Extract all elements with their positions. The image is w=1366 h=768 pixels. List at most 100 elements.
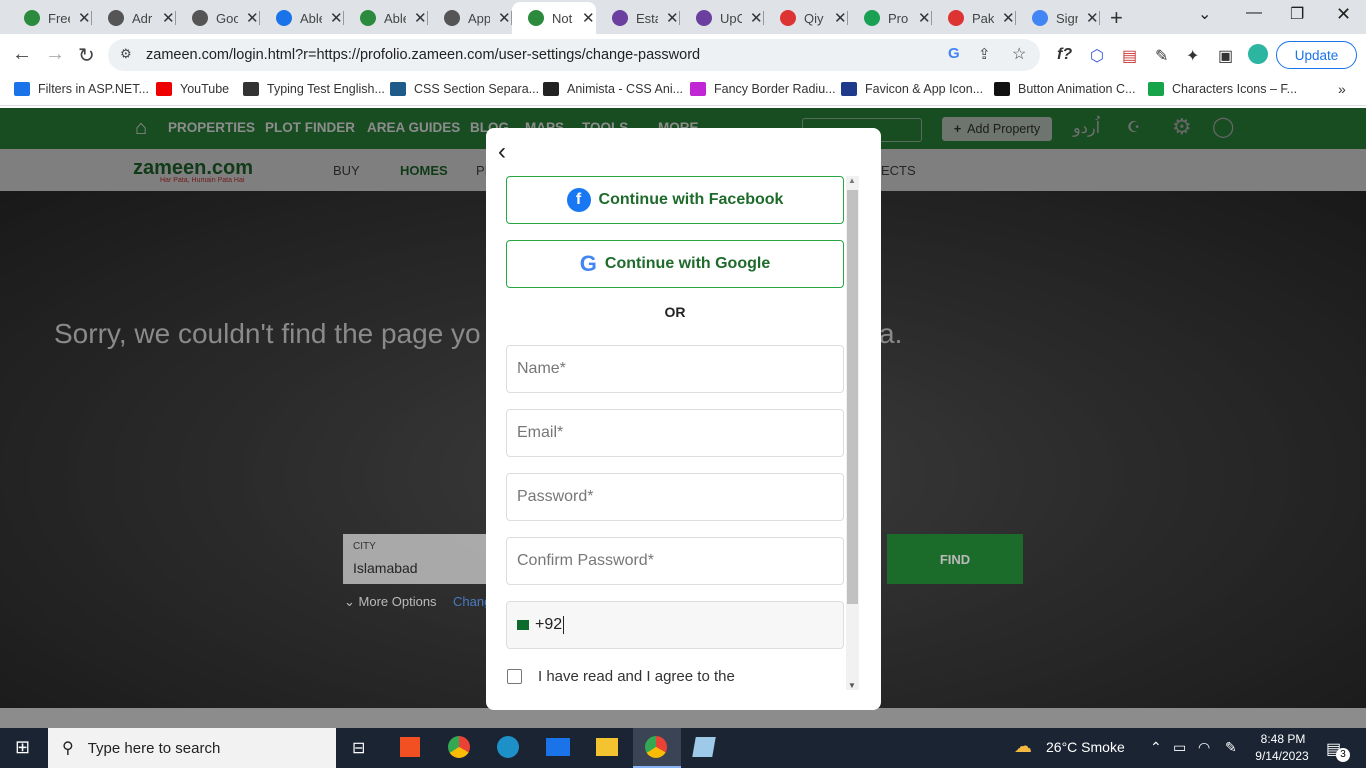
bookmark-star-icon[interactable]: ☆ <box>1012 44 1026 64</box>
tab-close-icon[interactable]: ✕ <box>918 9 931 27</box>
clock-date[interactable]: 9/14/2023 <box>1252 749 1312 763</box>
taskbar-search[interactable]: ⚲ Type here to search <box>48 728 336 768</box>
extensions-puzzle-icon[interactable]: ✦ <box>1186 46 1199 66</box>
profile-avatar[interactable] <box>1248 44 1268 64</box>
tab-close-icon[interactable]: ✕ <box>666 9 679 27</box>
more-options-link[interactable]: ⌄ More Options <box>344 594 437 610</box>
scrollbar-thumb[interactable] <box>847 190 858 604</box>
city-select[interactable]: CITY Islamabad <box>343 534 493 584</box>
clock-time[interactable]: 8:48 PM <box>1258 732 1308 746</box>
phone-field[interactable]: +92 <box>506 601 844 649</box>
address-bar: ← → ↻ ⚙ zameen.com/login.html?r=https://… <box>0 34 1366 76</box>
browser-tab[interactable]: Goo ✕ <box>176 4 260 32</box>
tab-close-icon[interactable]: ✕ <box>582 9 595 27</box>
browser-tab[interactable]: Adr ✕ <box>92 4 176 32</box>
wifi-icon[interactable]: ◠ <box>1198 739 1210 756</box>
omnibox[interactable]: ⚙ zameen.com/login.html?r=https://profol… <box>108 39 1040 71</box>
bookmarks-overflow-icon[interactable]: » <box>1338 81 1346 97</box>
google-lens-icon[interactable]: G <box>948 45 960 62</box>
tab-close-icon[interactable]: ✕ <box>246 9 259 27</box>
bookmark-item[interactable]: Animista - CSS Ani... <box>543 82 683 96</box>
confirm-password-field[interactable]: Confirm Password* <box>506 537 844 585</box>
maximize-button[interactable]: ❐ <box>1290 4 1304 24</box>
new-tab-button[interactable]: + <box>1110 5 1123 31</box>
browser-tab[interactable]: Able ✕ <box>344 4 428 32</box>
tab-close-icon[interactable]: ✕ <box>1086 9 1099 27</box>
browser-tab[interactable]: Pro ✕ <box>848 4 932 32</box>
tab-close-icon[interactable]: ✕ <box>414 9 427 27</box>
tab-close-icon[interactable]: ✕ <box>834 9 847 27</box>
bookmark-label: Characters Icons – F... <box>1172 82 1298 96</box>
notepad-icon[interactable] <box>692 737 716 757</box>
facebook-icon: f <box>566 188 591 212</box>
share-icon[interactable]: ⇪ <box>978 45 991 63</box>
bookmark-item[interactable]: YouTube <box>156 82 229 96</box>
close-window-button[interactable]: ✕ <box>1336 4 1351 25</box>
continue-facebook-button[interactable]: f Continue with Facebook <box>506 176 844 224</box>
bookmark-item[interactable]: CSS Section Separa... <box>390 82 539 96</box>
tab-close-icon[interactable]: ✕ <box>78 9 91 27</box>
modal-back-button[interactable]: ‹ <box>498 138 506 166</box>
modal-scrollbar[interactable]: ▲ ▼ <box>846 176 859 690</box>
forward-button[interactable]: → <box>45 43 65 66</box>
or-divider: OR <box>664 304 686 320</box>
browser-tab[interactable]: Esta ✕ <box>596 4 680 32</box>
side-panel-icon[interactable]: ▣ <box>1218 46 1233 66</box>
show-hidden-icons[interactable]: ⌃ <box>1150 739 1162 756</box>
pen-icon[interactable]: ✎ <box>1225 739 1237 756</box>
browser-tab[interactable]: Not ✕ <box>512 2 596 34</box>
extension-note-icon[interactable]: ▤ <box>1122 46 1137 66</box>
bookmark-item[interactable]: Favicon & App Icon... <box>841 82 983 96</box>
edge-icon[interactable] <box>497 736 519 758</box>
bookmark-item[interactable]: Fancy Border Radiu... <box>690 82 836 96</box>
mail-icon[interactable] <box>546 738 570 756</box>
fonts-extension-icon[interactable]: f? <box>1057 46 1072 64</box>
extension-hex-icon[interactable]: ⬡ <box>1090 46 1104 66</box>
email-field[interactable]: Email* <box>506 409 844 457</box>
url-text[interactable]: zameen.com/login.html?r=https://profolio… <box>146 47 700 63</box>
battery-icon[interactable]: ▭ <box>1173 739 1186 756</box>
browser-tab[interactable]: UpC ✕ <box>680 4 764 32</box>
update-button[interactable]: Update <box>1276 41 1357 69</box>
tab-favicon-icon <box>24 10 40 26</box>
windows-start-icon[interactable]: ⊞ <box>15 737 30 758</box>
store-icon[interactable] <box>400 737 420 757</box>
pakistan-flag-icon[interactable] <box>517 620 529 630</box>
browser-tab[interactable]: Pak ✕ <box>932 4 1016 32</box>
tab-close-icon[interactable]: ✕ <box>1002 9 1015 27</box>
minimize-button[interactable]: — <box>1246 4 1262 22</box>
tab-title: Pak <box>972 10 994 26</box>
browser-tab[interactable]: Able ✕ <box>260 4 344 32</box>
find-button[interactable]: FIND <box>887 534 1023 584</box>
tab-favicon-icon <box>108 10 124 26</box>
continue-google-button[interactable]: G Continue with Google <box>506 240 844 288</box>
tab-close-icon[interactable]: ✕ <box>162 9 175 27</box>
name-field[interactable]: Name* <box>506 345 844 393</box>
browser-tab[interactable]: Free ✕ <box>8 4 92 32</box>
weather-text[interactable]: 26°C Smoke <box>1046 739 1125 755</box>
bookmark-item[interactable]: Button Animation C... <box>994 82 1135 96</box>
bookmark-item[interactable]: Filters in ASP.NET... <box>14 82 149 96</box>
agree-checkbox[interactable] <box>507 669 522 684</box>
task-view-icon[interactable]: ⊟ <box>352 738 365 758</box>
tab-close-icon[interactable]: ✕ <box>330 9 343 27</box>
site-info-icon[interactable]: ⚙ <box>120 46 132 62</box>
chrome-icon[interactable] <box>448 736 470 758</box>
back-button[interactable]: ← <box>12 43 32 66</box>
bookmark-item[interactable]: Characters Icons – F... <box>1148 82 1297 96</box>
tab-search-icon[interactable]: ⌄ <box>1198 4 1211 24</box>
scroll-down-icon[interactable]: ▼ <box>848 681 856 690</box>
scroll-up-icon[interactable]: ▲ <box>848 176 856 185</box>
browser-tab[interactable]: App ✕ <box>428 4 512 32</box>
browser-tab[interactable]: Qiy ✕ <box>764 4 848 32</box>
weather-icon[interactable]: ☁ <box>1014 736 1032 757</box>
reload-button[interactable]: ↻ <box>78 43 95 68</box>
tab-close-icon[interactable]: ✕ <box>750 9 763 27</box>
file-explorer-icon[interactable] <box>596 738 618 756</box>
tab-close-icon[interactable]: ✕ <box>498 9 511 27</box>
color-picker-icon[interactable]: ✎ <box>1155 46 1168 66</box>
tab-favicon-icon <box>780 10 796 26</box>
browser-tab[interactable]: Sign ✕ <box>1016 4 1100 32</box>
password-field[interactable]: Password* <box>506 473 844 521</box>
bookmark-item[interactable]: Typing Test English... <box>243 82 385 96</box>
